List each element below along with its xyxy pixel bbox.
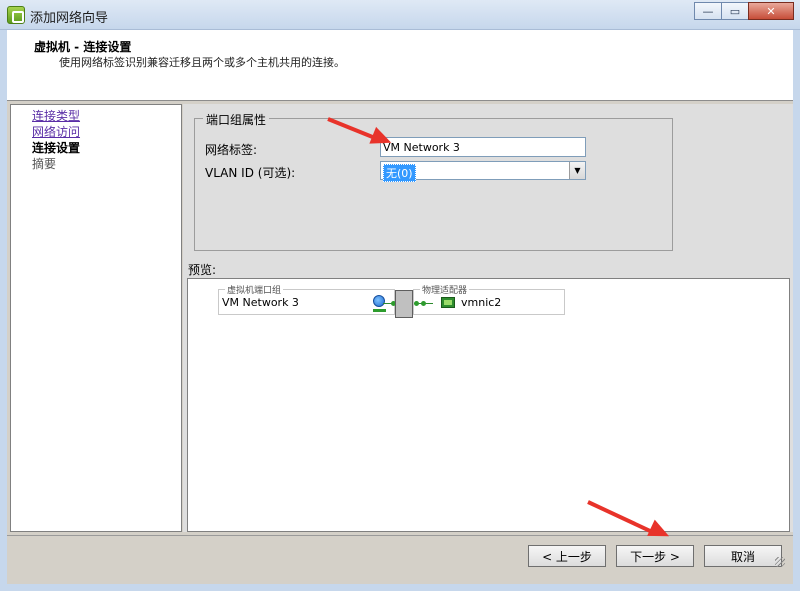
chevron-down-icon[interactable]: ▼ xyxy=(569,162,585,179)
wizard-app-icon xyxy=(7,6,25,24)
preview-label: 预览: xyxy=(188,263,217,277)
window-title: 添加网络向导 xyxy=(30,11,109,26)
vswitch-icon xyxy=(395,290,413,318)
wizard-header: 虚拟机 - 连接设置 使用网络标签识别兼容迁移且两个或多个主机共用的连接。 xyxy=(7,30,793,101)
nav-step-summary: 摘要 xyxy=(32,157,57,171)
title-bar: 添加网络向导 — ▭ ✕ xyxy=(0,0,800,30)
network-port-icon xyxy=(373,309,386,312)
network-label-caption: 网络标签: xyxy=(205,143,258,157)
nav-step-connection-settings: 连接设置 xyxy=(32,141,81,155)
minimize-button[interactable]: — xyxy=(694,2,722,20)
back-button[interactable]: < 上一步 xyxy=(528,545,606,567)
resize-grip-icon[interactable] xyxy=(775,557,785,567)
vm-port-group-caption: 虚拟机端口组 xyxy=(225,283,284,296)
vm-port-group-box: 虚拟机端口组 VM Network 3 xyxy=(218,283,395,315)
wizard-steps-nav: 连接类型 网络访问 连接设置 摘要 xyxy=(10,104,182,532)
nav-step-network-access[interactable]: 网络访问 xyxy=(32,123,80,140)
next-button[interactable]: 下一步 > xyxy=(616,545,694,567)
close-button[interactable]: ✕ xyxy=(748,2,794,20)
globe-network-icon xyxy=(373,295,385,307)
network-label-input[interactable] xyxy=(380,137,586,157)
network-card-icon xyxy=(441,297,455,308)
physical-adapter-name: vmnic2 xyxy=(461,296,502,309)
maximize-button[interactable]: ▭ xyxy=(721,2,749,20)
physical-adapter-box: 物理适配器 vmnic2 xyxy=(413,283,565,315)
port-group-properties: 端口组属性 网络标签: VLAN ID (可选): 无(0) ▼ xyxy=(194,111,673,251)
vlan-id-select[interactable]: 无(0) ▼ xyxy=(380,161,586,182)
page-subtitle: 使用网络标签识别兼容迁移且两个或多个主机共用的连接。 xyxy=(59,56,345,69)
page-title: 虚拟机 - 连接设置 xyxy=(34,40,132,54)
wizard-button-bar: < 上一步 下一步 > 取消 xyxy=(7,535,793,577)
main-panel: 端口组属性 网络标签: VLAN ID (可选): 无(0) ▼ 预览: 虚拟机… xyxy=(183,104,793,532)
vm-port-group-name: VM Network 3 xyxy=(222,296,299,309)
cancel-button[interactable]: 取消 xyxy=(704,545,782,567)
vlan-id-caption: VLAN ID (可选): xyxy=(205,166,296,180)
window-controls: — ▭ ✕ xyxy=(694,2,794,20)
nav-step-connection-type[interactable]: 连接类型 xyxy=(32,107,80,124)
connector-dot xyxy=(421,301,426,306)
network-preview: 虚拟机端口组 VM Network 3 物理适配器 vmnic2 xyxy=(187,278,790,532)
vlan-id-selected-value: 无(0) xyxy=(383,164,416,182)
port-group-legend: 端口组属性 xyxy=(203,111,270,128)
physical-adapter-caption: 物理适配器 xyxy=(420,283,470,296)
